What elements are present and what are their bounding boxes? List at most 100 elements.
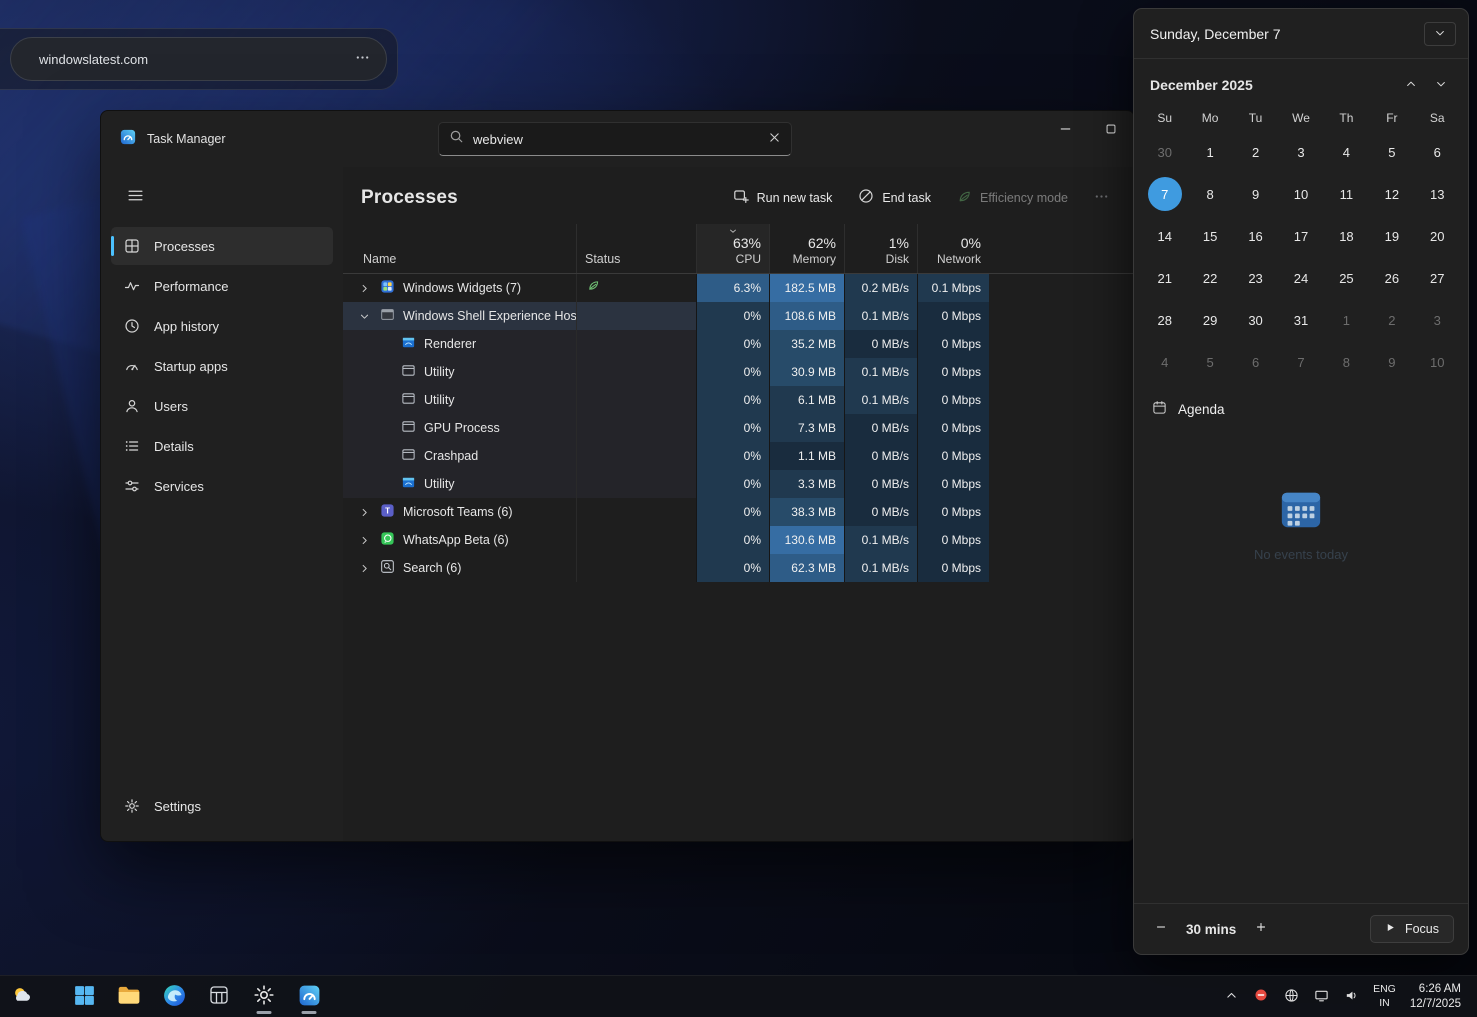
search-box[interactable] xyxy=(438,122,792,156)
calendar-day[interactable]: 22 xyxy=(1187,257,1232,299)
expand-group-icon[interactable] xyxy=(359,563,372,574)
collapse-calendar-icon[interactable] xyxy=(1424,22,1456,46)
process-row[interactable]: Search (6)0%62.3 MB0.1 MB/s0 Mbps xyxy=(343,554,1134,582)
sidebar-item-performance[interactable]: Performance xyxy=(111,267,333,305)
calendar-day[interactable]: 19 xyxy=(1369,215,1414,257)
tray-tray-red-button[interactable] xyxy=(1247,980,1275,1014)
run-new-task-button[interactable]: Run new task xyxy=(722,181,844,214)
focus-button[interactable]: Focus xyxy=(1370,915,1454,943)
calendar-day[interactable]: 10 xyxy=(1415,341,1460,383)
sidebar-item-app-history[interactable]: App history xyxy=(111,307,333,345)
process-row[interactable]: Utility0%6.1 MB0.1 MB/s0 Mbps xyxy=(343,386,1134,414)
process-row[interactable]: GPU Process0%7.3 MB0 MB/s0 Mbps xyxy=(343,414,1134,442)
taskbar-app-grid-button[interactable] xyxy=(199,979,239,1015)
tab-more-icon[interactable] xyxy=(355,50,370,68)
previous-month-icon[interactable] xyxy=(1396,72,1426,98)
column-header-status[interactable]: Status xyxy=(576,224,696,273)
maximize-button[interactable] xyxy=(1088,111,1134,149)
calendar-day[interactable]: 2 xyxy=(1369,299,1414,341)
taskbar-settings-gear-button[interactable] xyxy=(244,979,284,1015)
taskbar-language-switcher[interactable]: ENGIN xyxy=(1367,983,1402,1009)
calendar-day[interactable]: 26 xyxy=(1369,257,1414,299)
taskbar-clock[interactable]: 6:26 AM 12/7/2025 xyxy=(1404,982,1469,1012)
sidebar-item-services[interactable]: Services xyxy=(111,467,333,505)
process-row[interactable]: Windows Widgets (7)6.3%182.5 MB0.2 MB/s0… xyxy=(343,274,1134,302)
column-header-memory[interactable]: 62%Memory xyxy=(769,224,844,273)
calendar-day[interactable]: 30 xyxy=(1233,299,1278,341)
calendar-month-label[interactable]: December 2025 xyxy=(1150,77,1396,93)
expand-group-icon[interactable] xyxy=(359,507,372,518)
taskbar-edge-button[interactable] xyxy=(154,979,194,1015)
increase-duration-button[interactable] xyxy=(1248,916,1274,942)
taskbar-start-button[interactable] xyxy=(64,979,104,1015)
calendar-day[interactable]: 5 xyxy=(1187,341,1232,383)
calendar-day[interactable]: 29 xyxy=(1187,299,1232,341)
end-task-button[interactable]: End task xyxy=(847,181,942,214)
sidebar-item-processes[interactable]: Processes xyxy=(111,227,333,265)
titlebar[interactable]: Task Manager xyxy=(101,111,1134,167)
sidebar-item-settings[interactable]: Settings xyxy=(111,787,333,825)
sidebar-item-startup-apps[interactable]: Startup apps xyxy=(111,347,333,385)
calendar-day[interactable]: 4 xyxy=(1324,131,1369,173)
calendar-day[interactable]: 10 xyxy=(1278,173,1323,215)
calendar-day[interactable]: 27 xyxy=(1415,257,1460,299)
calendar-day[interactable]: 30 xyxy=(1142,131,1187,173)
calendar-day[interactable]: 17 xyxy=(1278,215,1323,257)
taskbar-task-manager-button[interactable] xyxy=(289,979,329,1015)
tray-monitor-button[interactable] xyxy=(1307,980,1335,1014)
column-header-disk[interactable]: 1%Disk xyxy=(844,224,917,273)
decrease-duration-button[interactable] xyxy=(1148,916,1174,942)
calendar-day[interactable]: 13 xyxy=(1415,173,1460,215)
calendar-day[interactable]: 3 xyxy=(1415,299,1460,341)
next-month-icon[interactable] xyxy=(1426,72,1456,98)
column-header-name[interactable]: Name xyxy=(343,224,576,273)
calendar-day[interactable]: 8 xyxy=(1187,173,1232,215)
calendar-day[interactable]: 4 xyxy=(1142,341,1187,383)
calendar-day[interactable]: 15 xyxy=(1187,215,1232,257)
clear-search-icon[interactable] xyxy=(768,131,781,147)
expand-group-icon[interactable] xyxy=(359,283,372,294)
calendar-day[interactable]: 2 xyxy=(1233,131,1278,173)
calendar-day[interactable]: 6 xyxy=(1415,131,1460,173)
calendar-day[interactable]: 23 xyxy=(1233,257,1278,299)
calendar-day[interactable]: 25 xyxy=(1324,257,1369,299)
calendar-day[interactable]: 31 xyxy=(1278,299,1323,341)
calendar-header-date[interactable]: Sunday, December 7 xyxy=(1150,26,1280,42)
process-row[interactable]: Utility0%3.3 MB0 MB/s0 Mbps xyxy=(343,470,1134,498)
calendar-day[interactable]: 28 xyxy=(1142,299,1187,341)
process-row[interactable]: Utility0%30.9 MB0.1 MB/s0 Mbps xyxy=(343,358,1134,386)
calendar-day-today[interactable]: 7 xyxy=(1142,173,1187,215)
calendar-day[interactable]: 20 xyxy=(1415,215,1460,257)
toolbar-more-icon[interactable] xyxy=(1083,182,1120,214)
process-row[interactable]: WhatsApp Beta (6)0%130.6 MB0.1 MB/s0 Mbp… xyxy=(343,526,1134,554)
expand-group-icon[interactable] xyxy=(359,535,372,546)
calendar-day[interactable]: 16 xyxy=(1233,215,1278,257)
search-input[interactable] xyxy=(473,132,759,147)
efficiency-mode-button[interactable]: Efficiency mode xyxy=(946,182,1079,214)
calendar-day[interactable]: 9 xyxy=(1369,341,1414,383)
column-header-network[interactable]: 0%Network xyxy=(917,224,989,273)
calendar-day[interactable]: 21 xyxy=(1142,257,1187,299)
calendar-day[interactable]: 9 xyxy=(1233,173,1278,215)
column-header-cpu[interactable]: 63%CPU xyxy=(696,224,769,273)
minimize-button[interactable] xyxy=(1042,111,1088,149)
calendar-day[interactable]: 18 xyxy=(1324,215,1369,257)
calendar-day[interactable]: 3 xyxy=(1278,131,1323,173)
browser-tab[interactable]: windowslatest.com xyxy=(10,37,387,81)
tray-globe-button[interactable] xyxy=(1277,980,1305,1014)
calendar-day[interactable]: 12 xyxy=(1369,173,1414,215)
tray-chevron-up-button[interactable] xyxy=(1217,980,1245,1014)
calendar-day[interactable]: 14 xyxy=(1142,215,1187,257)
tray-volume-button[interactable] xyxy=(1337,980,1365,1014)
collapse-group-icon[interactable] xyxy=(359,311,372,322)
sidebar-item-details[interactable]: Details xyxy=(111,427,333,465)
process-row[interactable]: Renderer0%35.2 MB0 MB/s0 Mbps xyxy=(343,330,1134,358)
calendar-day[interactable]: 24 xyxy=(1278,257,1323,299)
taskbar-weather-widget[interactable] xyxy=(4,979,40,1015)
process-row[interactable]: Crashpad0%1.1 MB0 MB/s0 Mbps xyxy=(343,442,1134,470)
calendar-day[interactable]: 1 xyxy=(1187,131,1232,173)
calendar-day[interactable]: 7 xyxy=(1278,341,1323,383)
calendar-day[interactable]: 1 xyxy=(1324,299,1369,341)
hamburger-menu-icon[interactable] xyxy=(117,181,153,213)
process-row[interactable]: Windows Shell Experience Hos...0%108.6 M… xyxy=(343,302,1134,330)
